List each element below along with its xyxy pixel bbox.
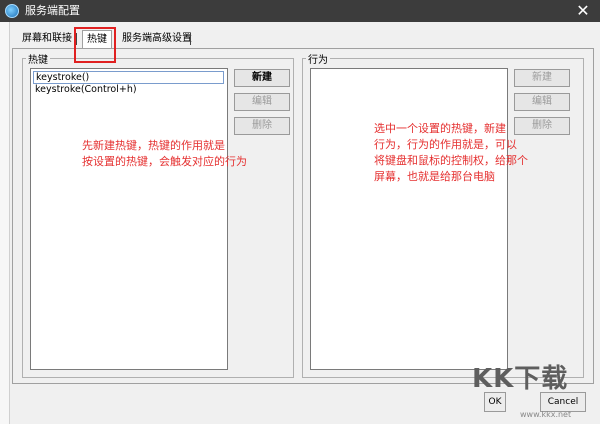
- action-new-button[interactable]: 新建: [514, 69, 570, 87]
- action-list[interactable]: [310, 68, 508, 370]
- app-icon: [5, 4, 19, 18]
- hotkey-edit-button[interactable]: 编辑: [234, 93, 290, 111]
- tab-screen-and-link[interactable]: 屏幕和联接: [18, 30, 76, 48]
- ok-button[interactable]: OK: [484, 392, 506, 412]
- watermark-url: www.kkx.net: [520, 410, 572, 419]
- hotkey-tab-highlight: [74, 27, 116, 63]
- background-window-strip: [0, 22, 10, 424]
- close-icon[interactable]: ✕: [572, 1, 594, 21]
- tab-server-advanced[interactable]: 服务端高级设置: [118, 30, 196, 48]
- tab-separator: [190, 33, 191, 45]
- annotation-right-line-2: 行为，行为的作用就是，可以: [374, 138, 517, 151]
- annotation-left-line-2: 按设置的热键，会触发对应的行为: [82, 155, 247, 168]
- action-edit-button[interactable]: 编辑: [514, 93, 570, 111]
- window-title: 服务端配置: [25, 4, 80, 17]
- watermark-logo: KK下载: [472, 364, 569, 394]
- action-group-title: 行为: [306, 51, 330, 66]
- annotation-right-line-3: 将键盘和鼠标的控制权，给那个: [374, 154, 528, 167]
- annotation-right-line-4: 屏幕，也就是给那台电脑: [374, 170, 495, 183]
- annotation-right-line-1: 选中一个设置的热键，新建: [374, 122, 506, 135]
- annotation-left-line-1: 先新建热键，热键的作用就是: [82, 139, 225, 152]
- cancel-button[interactable]: Cancel: [540, 392, 586, 412]
- hotkey-delete-button[interactable]: 删除: [234, 117, 290, 135]
- hotkey-list[interactable]: keystroke() keystroke(Control+h): [30, 68, 228, 370]
- hotkey-list-item[interactable]: keystroke(): [33, 71, 224, 84]
- title-bar: 服务端配置 ✕: [0, 0, 600, 22]
- action-delete-button[interactable]: 删除: [514, 117, 570, 135]
- hotkey-list-item[interactable]: keystroke(Control+h): [33, 84, 139, 97]
- hotkey-group-title: 热键: [26, 51, 50, 66]
- hotkey-new-button[interactable]: 新建: [234, 69, 290, 87]
